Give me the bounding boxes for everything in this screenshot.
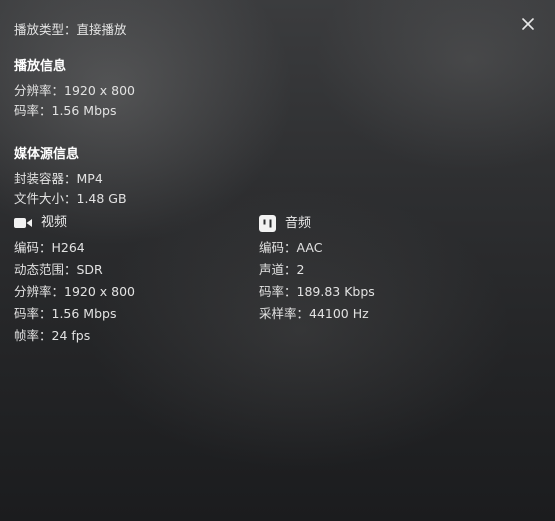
audio-section-header: 音频: [259, 215, 311, 232]
close-icon: [522, 18, 534, 30]
video-dynamic-range: 动态范围：SDR: [14, 262, 103, 277]
video-camera-icon: [14, 217, 32, 229]
audio-channels: 声道：2: [259, 262, 305, 277]
video-codec: 编码：H264: [14, 240, 85, 255]
video-resolution: 分辨率：1920 x 800: [14, 284, 136, 299]
video-bitrate: 码率：1.56 Mbps: [14, 306, 117, 321]
playback-bitrate: 码率：1.56 Mbps: [14, 103, 117, 118]
video-section-header: 视频: [14, 215, 67, 231]
audio-codec: 编码：AAC: [259, 240, 323, 255]
audio-section-label: 音频: [285, 215, 312, 231]
video-section-label: 视频: [41, 215, 68, 230]
playback-resolution: 分辨率：1920 x 800: [14, 83, 136, 98]
play-type-text: 播放类型：直接播放: [14, 22, 127, 37]
media-file-size: 文件大小：1.48 GB: [14, 191, 127, 206]
audio-sample-rate: 采样率：44100 Hz: [259, 306, 369, 321]
audio-track-icon: [259, 215, 276, 232]
playback-info-heading: 播放信息: [14, 59, 67, 74]
media-source-heading: 媒体源信息: [14, 147, 80, 162]
close-button[interactable]: [519, 15, 537, 33]
audio-bitrate: 码率：189.83 Kbps: [259, 284, 375, 299]
media-info-panel: 播放类型：直接播放 播放信息 分辨率：1920 x 800 码率：1.56 Mb…: [14, 0, 534, 521]
media-container: 封装容器：MP4: [14, 171, 103, 186]
video-frame-rate: 帧率：24 fps: [14, 328, 91, 343]
